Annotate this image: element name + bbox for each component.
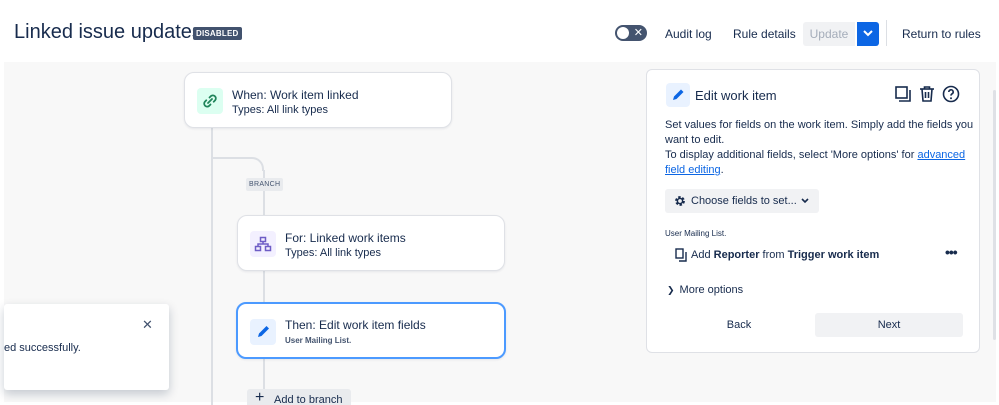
trigger-title: When: Work item linked xyxy=(232,88,359,102)
chevron-down-icon xyxy=(801,198,809,204)
duplicate-icon[interactable] xyxy=(894,85,912,103)
update-button[interactable]: Update xyxy=(803,22,855,46)
field-description: Add Reporter from Trigger work item xyxy=(691,249,879,261)
copy-icon xyxy=(675,248,687,262)
description-line-2: To display additional fields, select 'Mo… xyxy=(665,149,918,161)
branch-title: For: Linked work items xyxy=(285,231,406,245)
branch-connector-h xyxy=(211,157,251,159)
help-icon[interactable] xyxy=(942,85,960,103)
trigger-subtitle: Types: All link types xyxy=(232,104,328,116)
main-connector xyxy=(211,128,213,405)
field-section-label: User Mailing List. xyxy=(665,229,727,238)
panel-title: Edit work item xyxy=(695,88,777,103)
header-divider xyxy=(886,20,887,46)
more-options-label: More options xyxy=(679,284,744,296)
app-frame: Linked issue updates DISABLED ✕ Audit lo… xyxy=(0,0,999,405)
more-actions-icon[interactable]: ••• xyxy=(945,244,958,260)
toast-message: ed successfully. xyxy=(4,342,81,354)
rule-details-button[interactable]: Rule details xyxy=(733,22,796,46)
edit-icon xyxy=(250,319,276,345)
more-options-toggle[interactable]: ❯ More options xyxy=(667,284,743,296)
branch-connector-v3 xyxy=(263,358,265,390)
branch-label: BRANCH xyxy=(246,178,284,191)
scrollbar[interactable] xyxy=(993,90,996,340)
toggle-knob xyxy=(617,27,629,39)
next-button[interactable]: Next xyxy=(815,313,963,337)
chevron-down-icon xyxy=(863,30,873,37)
action-title: Then: Edit work item fields xyxy=(285,318,426,332)
branch-card[interactable]: For: Linked work items Types: All link t… xyxy=(237,215,505,271)
trigger-card[interactable]: When: Work item linked Types: All link t… xyxy=(184,72,452,128)
edit-icon xyxy=(666,83,690,107)
branch-connector-v1 xyxy=(263,170,265,216)
plus-icon: + xyxy=(255,389,265,405)
add-to-branch-button[interactable]: + Add to branch xyxy=(247,389,351,405)
add-to-branch-label: Add to branch xyxy=(274,394,343,405)
choose-fields-label: Choose fields to set... xyxy=(691,195,797,207)
rule-enabled-toggle[interactable]: ✕ xyxy=(615,25,647,41)
chevron-right-icon: ❯ xyxy=(667,285,675,295)
field-name: Reporter xyxy=(713,249,760,261)
hierarchy-icon xyxy=(250,231,276,257)
description-line-1: Set values for fields on the work item. … xyxy=(665,119,974,146)
description-period: . xyxy=(720,164,724,176)
status-badge: DISABLED xyxy=(193,27,242,40)
branch-subtitle: Types: All link types xyxy=(285,247,381,259)
delete-icon[interactable] xyxy=(918,85,936,103)
action-subtitle: User Mailing List. xyxy=(285,336,352,345)
field-row-reporter: Add Reporter from Trigger work item ••• xyxy=(675,244,965,263)
field-source: Trigger work item xyxy=(787,249,880,261)
link-icon xyxy=(197,88,223,114)
panel-description: Set values for fields on the work item. … xyxy=(665,118,975,178)
field-prefix: Add xyxy=(691,249,714,261)
update-dropdown-button[interactable] xyxy=(857,22,879,46)
success-toast: ✕ ed successfully. xyxy=(4,304,169,390)
choose-fields-dropdown[interactable]: Choose fields to set... xyxy=(665,189,819,213)
return-to-rules-button[interactable]: Return to rules xyxy=(902,22,981,46)
field-middle: from xyxy=(759,249,788,261)
branch-connector-v2 xyxy=(263,271,265,303)
gear-icon xyxy=(675,196,685,206)
back-button[interactable]: Back xyxy=(665,313,813,337)
close-icon[interactable]: ✕ xyxy=(142,317,153,333)
edit-work-item-panel: Edit work item Set values for fields on … xyxy=(646,69,980,353)
page-title: Linked issue updates xyxy=(14,21,202,43)
audit-log-button[interactable]: Audit log xyxy=(665,22,712,46)
toggle-off-icon: ✕ xyxy=(633,27,643,39)
action-card[interactable]: Then: Edit work item fields User Mailing… xyxy=(236,302,506,359)
